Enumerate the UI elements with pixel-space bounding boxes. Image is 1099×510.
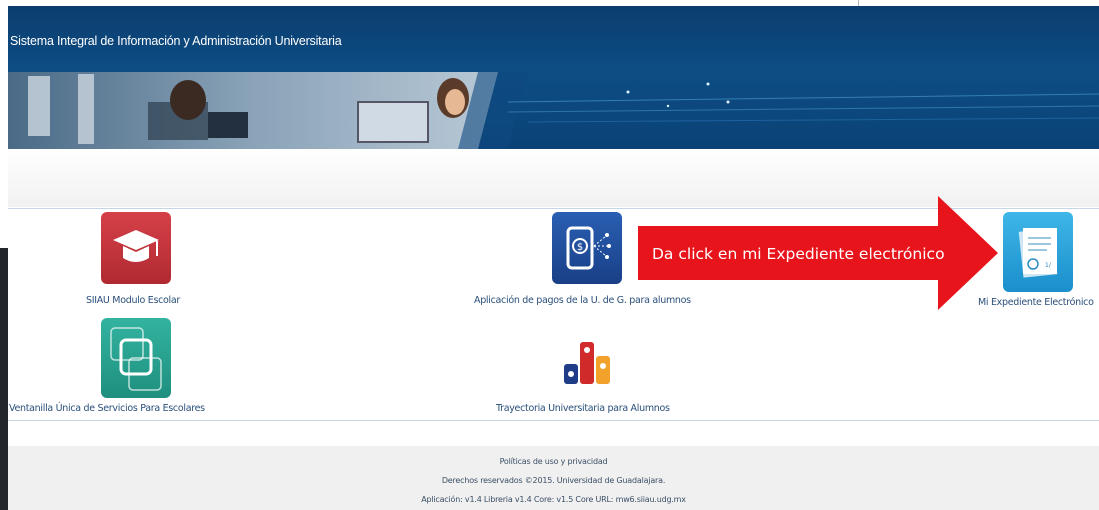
mobile-payment-icon[interactable]: $: [552, 212, 622, 284]
privacy-policy-link[interactable]: Políticas de uso y privacidad: [8, 457, 1099, 466]
document-folder-icon[interactable]: 1/: [1003, 212, 1073, 292]
header: Sistema Integral de Información y Admini…: [8, 6, 1099, 149]
divider-bottom: [8, 420, 1099, 421]
app-label[interactable]: Ventanilla Única de Servicios Para Escol…: [9, 403, 205, 414]
stacked-squares-icon[interactable]: [101, 318, 171, 398]
left-edge-panel: [0, 248, 8, 510]
svg-text:$: $: [577, 242, 583, 253]
app-label[interactable]: Trayectoria Universitaria para Alumnos: [496, 403, 670, 414]
annotation-text: Da click en mi Expediente electrónico: [652, 245, 945, 263]
bar-chart-icon[interactable]: [562, 336, 612, 386]
copyright-text: Derechos reservados ©2015. Universidad d…: [441, 476, 666, 485]
graduation-cap-icon[interactable]: [101, 212, 171, 284]
app-label[interactable]: Mi Expediente Electrónico: [978, 297, 1094, 308]
header-banner-image: [8, 72, 1099, 149]
app-label[interactable]: SIIAU Modulo Escolar: [86, 295, 180, 306]
version-text: Aplicación: v1.4 Libreria v1.4 Core: v1.…: [421, 495, 686, 504]
system-title: Sistema Integral de Información y Admini…: [10, 34, 342, 48]
footer: Políticas de uso y privacidad Derechos r…: [8, 446, 1099, 510]
svg-text:1/: 1/: [1045, 262, 1052, 269]
